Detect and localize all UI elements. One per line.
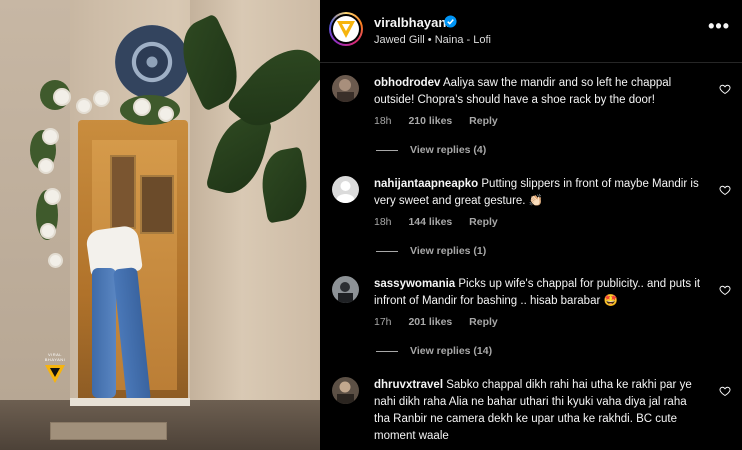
audio-info[interactable]: Jawed Gill • Naina - Lofi — [374, 34, 491, 46]
flower — [42, 225, 54, 237]
reply-button[interactable]: Reply — [469, 216, 498, 228]
commenter-avatar[interactable] — [332, 75, 359, 102]
picture-frame — [110, 155, 136, 229]
flower — [44, 130, 57, 143]
comment-username[interactable]: sassywomania — [374, 278, 455, 290]
comment-username[interactable]: obhodrodev — [374, 77, 440, 89]
comment-body: nahijantaapneapko Putting slippers in fr… — [374, 176, 704, 210]
commenter-avatar[interactable] — [332, 176, 359, 203]
comment-likes[interactable]: 201 likes — [408, 316, 452, 328]
heart-icon[interactable] — [719, 184, 731, 196]
flower — [135, 100, 149, 114]
profile-avatar[interactable] — [329, 12, 363, 46]
door-mat — [50, 422, 167, 440]
comment-time: 18h — [374, 216, 392, 228]
heart-icon[interactable] — [719, 385, 731, 397]
comments-panel: viralbhayani Jawed Gill • Naina - Lofi •… — [320, 0, 742, 450]
comment-meta: 17h 201 likes Reply — [374, 316, 512, 328]
watermark: VIRAL BHAYANI — [38, 352, 72, 384]
comment-body: sassywomania Picks up wife's chappal for… — [374, 276, 704, 310]
view-replies-button[interactable]: View replies (4) — [376, 144, 486, 156]
replies-divider — [376, 250, 398, 252]
instagram-post-view: VIRAL BHAYANI viralbhayani Jawed Gill • … — [0, 0, 742, 450]
reply-button[interactable]: Reply — [469, 115, 498, 127]
comment-body: dhruvxtravel Sabko chappal dikh rahi hai… — [374, 377, 704, 445]
comment-likes[interactable]: 210 likes — [408, 115, 452, 127]
view-replies-button[interactable]: View replies (14) — [376, 345, 492, 357]
replies-divider — [376, 350, 398, 352]
post-header: viralbhayani Jawed Gill • Naina - Lofi •… — [320, 0, 742, 63]
flower — [160, 108, 172, 120]
comment-time: 17h — [374, 316, 392, 328]
commenter-avatar[interactable] — [332, 377, 359, 404]
view-replies-label: View replies (14) — [410, 345, 493, 357]
view-replies-button[interactable]: View replies (1) — [376, 245, 486, 257]
post-username[interactable]: viralbhayani — [374, 15, 450, 30]
flower — [50, 255, 61, 266]
comment-meta: 18h 144 likes Reply — [374, 216, 512, 228]
brand-logo-icon — [337, 21, 355, 38]
replies-divider — [376, 149, 398, 151]
flower — [95, 92, 108, 105]
view-replies-label: View replies (4) — [410, 144, 487, 156]
comment-likes[interactable]: 144 likes — [408, 216, 452, 228]
threshold — [70, 398, 190, 406]
verified-icon — [444, 15, 457, 28]
comment-body: obhodrodev Aaliya saw the mandir and so … — [374, 75, 704, 109]
heart-icon[interactable] — [719, 83, 731, 95]
heart-icon[interactable] — [719, 284, 731, 296]
flower — [46, 190, 59, 203]
comment-time: 18h — [374, 115, 392, 127]
commenter-avatar[interactable] — [332, 276, 359, 303]
reply-button[interactable]: Reply — [469, 316, 498, 328]
picture-frame — [140, 175, 174, 234]
brand-logo-icon — [45, 365, 65, 383]
flower — [78, 100, 90, 112]
person-leg — [92, 268, 116, 398]
more-options-icon[interactable]: ••• — [708, 16, 730, 37]
comment-username[interactable]: nahijantaapneapko — [374, 178, 478, 190]
flower — [55, 90, 69, 104]
post-media-image[interactable]: VIRAL BHAYANI — [0, 0, 320, 450]
comment-username[interactable]: dhruvxtravel — [374, 379, 443, 391]
watermark-text: VIRAL BHAYANI — [44, 352, 66, 362]
flower — [40, 160, 52, 172]
view-replies-label: View replies (1) — [410, 245, 487, 257]
decorative-plate — [115, 25, 189, 99]
comment-meta: 18h 210 likes Reply — [374, 115, 512, 127]
